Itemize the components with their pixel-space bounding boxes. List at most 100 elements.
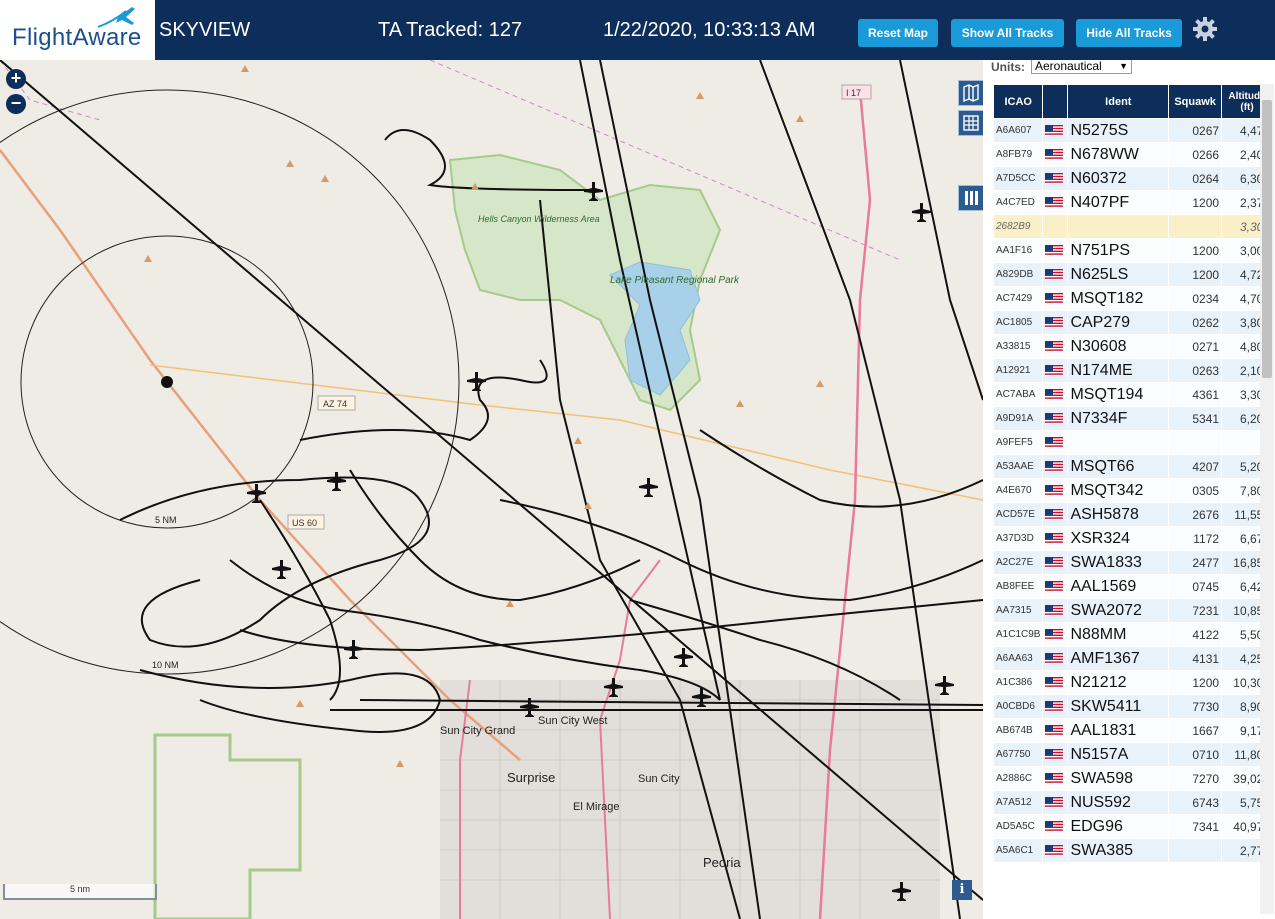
us-flag-icon xyxy=(1045,172,1064,184)
units-select[interactable]: Aeronautical ▼ xyxy=(1031,60,1132,74)
us-flag-icon xyxy=(1045,388,1064,400)
aircraft-row[interactable]: ACD57E ASH5878 2676 11,550 xyxy=(992,502,1273,527)
aircraft-row[interactable]: A2C27E SWA1833 2477 16,850 xyxy=(992,550,1273,575)
zoom-out-button[interactable]: − xyxy=(6,94,26,114)
ident-cell: N751PS xyxy=(1067,238,1170,263)
flag-cell xyxy=(1042,454,1069,479)
aircraft-row[interactable]: AC1805 CAP279 0262 3,800 xyxy=(992,310,1273,335)
us-flag-icon xyxy=(1045,748,1064,760)
aircraft-row[interactable]: A9D91A N7334F 5341 6,200 xyxy=(992,406,1273,431)
aircraft-row[interactable]: A6AA63 AMF1367 4131 4,250 xyxy=(992,646,1273,671)
icao-cell: ACD57E xyxy=(992,502,1044,527)
aircraft-row[interactable]: A6A607 N5275S 0267 4,475 xyxy=(992,118,1273,143)
squawk-cell: 7730 xyxy=(1168,694,1223,719)
icao-cell: A5A6C1 xyxy=(992,838,1044,863)
ident-cell: N174ME xyxy=(1067,358,1170,383)
aircraft-row[interactable]: A0CBD6 SKW5411 7730 8,900 xyxy=(992,694,1273,719)
flag-cell xyxy=(1042,286,1069,311)
ident-cell: XSR324 xyxy=(1067,526,1170,551)
aircraft-row[interactable]: 2682B9 3,300 xyxy=(992,214,1273,239)
icao-cell: A1C386 xyxy=(992,670,1044,695)
aircraft-row[interactable]: A7A512 NUS592 6743 5,750 xyxy=(992,790,1273,815)
place-lake-pleasant: Lake Pleasant Regional Park xyxy=(610,275,740,286)
icao-cell: A67750 xyxy=(992,742,1044,767)
icao-cell: A0CBD6 xyxy=(992,694,1044,719)
ident-cell: SWA385 xyxy=(1067,838,1170,863)
info-button[interactable]: i xyxy=(952,880,972,900)
us-flag-icon xyxy=(1045,484,1064,496)
aircraft-row[interactable]: A1C1C9B N88MM 4122 5,500 xyxy=(992,622,1273,647)
ident-cell: MSQT66 xyxy=(1067,454,1170,479)
aircraft-row[interactable]: A67750 N5157A 0710 11,800 xyxy=(992,742,1273,767)
gear-icon[interactable] xyxy=(1192,16,1218,42)
map-canvas[interactable]: 5 NM 10 NM Sun City West Sun City Grand … xyxy=(0,60,983,919)
aircraft-row[interactable]: A2886C SWA598 7270 39,025 xyxy=(992,766,1273,791)
road-label-az74: AZ 74 xyxy=(323,399,347,409)
aircraft-row[interactable]: AC7ABA MSQT194 4361 3,300 xyxy=(992,382,1273,407)
column-header-squawk[interactable]: Squawk xyxy=(1168,84,1223,119)
hide-all-tracks-button[interactable]: Hide All Tracks xyxy=(1076,19,1182,47)
icao-cell: A4C7ED xyxy=(992,190,1044,215)
column-header-icao[interactable]: ICAO xyxy=(992,84,1044,119)
squawk-cell xyxy=(1168,214,1223,239)
squawk-cell: 1200 xyxy=(1168,190,1223,215)
ident-cell: AMF1367 xyxy=(1067,646,1170,671)
column-header-flag[interactable] xyxy=(1042,84,1069,119)
range-ring-label-5nm: 5 NM xyxy=(155,515,177,525)
aircraft-row[interactable]: AD5A5C EDG96 7341 40,975 xyxy=(992,814,1273,839)
icao-cell: AA7315 xyxy=(992,598,1044,623)
place-sun-city: Sun City xyxy=(638,773,680,785)
column-header-ident[interactable]: Ident xyxy=(1067,84,1170,119)
flag-cell xyxy=(1042,262,1069,287)
chevron-down-icon: ▼ xyxy=(1119,61,1128,71)
place-hells-canyon: Hells Canyon Wilderness Area xyxy=(478,214,600,224)
range-ring-10nm xyxy=(0,89,460,675)
zoom-in-button[interactable]: + xyxy=(6,69,26,89)
place-el-mirage: El Mirage xyxy=(573,801,619,813)
show-all-tracks-button[interactable]: Show All Tracks xyxy=(951,19,1064,47)
units-label: Units: xyxy=(991,60,1025,74)
ident-cell xyxy=(1067,214,1170,239)
aircraft-row[interactable]: A9FEF5 xyxy=(992,430,1273,455)
us-flag-icon xyxy=(1045,124,1064,136)
aircraft-row[interactable]: A829DB N625LS 1200 4,725 xyxy=(992,262,1273,287)
grid-icon[interactable] xyxy=(958,110,983,136)
flightaware-logo[interactable]: FlightAware xyxy=(0,0,155,60)
aircraft-row[interactable]: A8FB79 N678WW 0266 2,400 xyxy=(992,142,1273,167)
aircraft-row[interactable]: A53AAE MSQT66 4207 5,200 xyxy=(992,454,1273,479)
flag-cell xyxy=(1042,406,1069,431)
aircraft-row[interactable]: AB674B AAL1831 1667 9,175 xyxy=(992,718,1273,743)
us-flag-icon xyxy=(1045,340,1064,352)
aircraft-row[interactable]: A1C386 N21212 1200 10,300 xyxy=(992,670,1273,695)
flag-cell xyxy=(1042,694,1069,719)
aircraft-row[interactable]: A33815 N30608 0271 4,800 xyxy=(992,334,1273,359)
aircraft-row[interactable]: AA1F16 N751PS 1200 3,000 xyxy=(992,238,1273,263)
map-layer-icon[interactable] xyxy=(958,80,983,106)
columns-icon[interactable] xyxy=(958,185,983,211)
flag-cell xyxy=(1042,118,1069,143)
panel-scrollbar[interactable] xyxy=(1260,84,1274,914)
aircraft-row[interactable]: A7D5CC N60372 0264 6,300 xyxy=(992,166,1273,191)
aircraft-row[interactable]: A5A6C1 SWA385 2,775 xyxy=(992,838,1273,863)
ident-cell: MSQT342 xyxy=(1067,478,1170,503)
reset-map-button[interactable]: Reset Map xyxy=(858,19,938,47)
scrollbar-thumb[interactable] xyxy=(1262,100,1272,378)
aircraft-row[interactable]: AA7315 SWA2072 7231 10,850 xyxy=(992,598,1273,623)
aircraft-row[interactable]: A37D3D XSR324 1172 6,675 xyxy=(992,526,1273,551)
aircraft-row[interactable]: A12921 N174ME 0263 2,100 xyxy=(992,358,1273,383)
squawk-cell xyxy=(1168,430,1223,455)
map-view[interactable]: 5 NM 10 NM Sun City West Sun City Grand … xyxy=(0,60,983,919)
icao-cell: A829DB xyxy=(992,262,1044,287)
aircraft-table: ICAO Ident Squawk Altitude (ft) A6A607 N5… xyxy=(992,84,1273,863)
icao-cell: AC7429 xyxy=(992,286,1044,311)
ident-cell: EDG96 xyxy=(1067,814,1170,839)
icao-cell: A37D3D xyxy=(992,526,1044,551)
aircraft-row[interactable]: AB8FEE AAL1569 0745 6,425 xyxy=(992,574,1273,599)
range-ring-label-10nm: 10 NM xyxy=(152,660,179,670)
flag-cell xyxy=(1042,598,1069,623)
squawk-cell: 1172 xyxy=(1168,526,1223,551)
flag-cell xyxy=(1042,646,1069,671)
aircraft-row[interactable]: A4E670 MSQT342 0305 7,800 xyxy=(992,478,1273,503)
aircraft-row[interactable]: AC7429 MSQT182 0234 4,700 xyxy=(992,286,1273,311)
aircraft-row[interactable]: A4C7ED N407PF 1200 2,375 xyxy=(992,190,1273,215)
